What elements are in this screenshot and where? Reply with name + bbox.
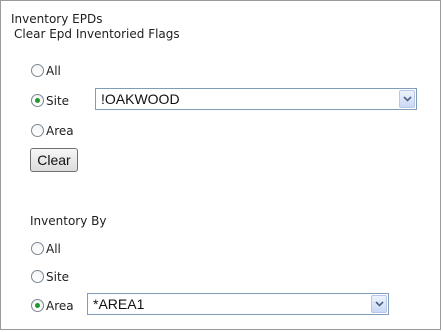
radio-by-all[interactable]: All (30, 241, 90, 256)
inventory-panel: Inventory EPDs Clear Epd Inventoried Fla… (0, 0, 441, 330)
radio-button[interactable] (31, 64, 44, 77)
radio-button[interactable] (31, 94, 44, 107)
site-select-value: !OAKWOOD (101, 91, 180, 107)
radio-button[interactable] (31, 270, 44, 283)
radio-by-all-label: All (46, 242, 61, 256)
clear-button[interactable]: Clear (30, 148, 78, 172)
radio-button[interactable] (31, 242, 44, 255)
radio-by-site[interactable]: Site (30, 269, 90, 284)
area-select-value: *AREA1 (93, 296, 145, 312)
site-select[interactable]: !OAKWOOD (95, 88, 417, 110)
chevron-down-icon[interactable] (399, 90, 415, 108)
radio-epd-all-label: All (46, 64, 61, 78)
radio-by-area-label: Area (46, 299, 74, 313)
radio-epd-area[interactable]: Area (30, 123, 90, 138)
radio-button[interactable] (31, 124, 44, 137)
radio-button[interactable] (31, 299, 44, 312)
inventory-by-title: Inventory By (30, 214, 107, 228)
radio-epd-all[interactable]: All (30, 63, 90, 78)
area-select[interactable]: *AREA1 (87, 293, 389, 315)
radio-epd-site-label: Site (46, 94, 70, 108)
clear-flags-subtitle: Clear Epd Inventoried Flags (14, 27, 180, 41)
chevron-down-icon[interactable] (371, 295, 387, 313)
radio-epd-site[interactable]: Site (30, 93, 90, 108)
radio-by-area[interactable]: Area (30, 298, 90, 313)
inventory-epds-title: Inventory EPDs (11, 12, 103, 26)
radio-by-site-label: Site (46, 270, 70, 284)
radio-epd-area-label: Area (46, 124, 74, 138)
